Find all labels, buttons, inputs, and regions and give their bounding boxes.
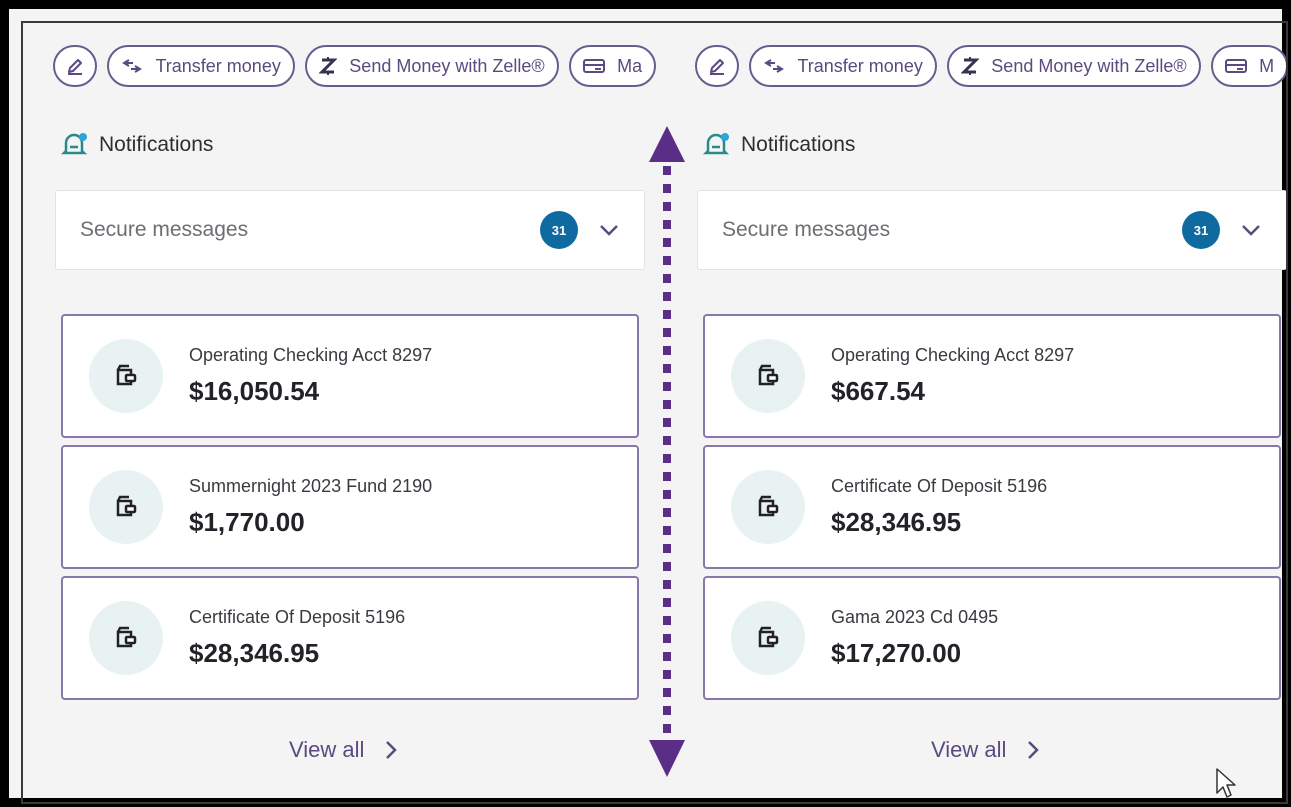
secure-messages-dropdown[interactable]: Secure messages 31 — [55, 190, 645, 270]
account-card[interactable]: Operating Checking Acct 8297 $16,050.54 — [61, 314, 639, 438]
account-balance: $16,050.54 — [189, 376, 320, 406]
chevron-down-icon[interactable] — [1240, 223, 1262, 237]
quick-action-chips: Transfer money Send Money with Zelle® M — [695, 45, 1288, 89]
bell-notification-icon — [60, 133, 88, 155]
transfer-money-chip[interactable]: Transfer money — [749, 45, 937, 87]
edit-chip[interactable] — [53, 45, 97, 87]
wallet-icon — [89, 470, 163, 544]
message-count-badge: 31 — [540, 211, 578, 249]
account-balance: $28,346.95 — [189, 638, 320, 668]
account-list: Operating Checking Acct 8297 $667.54 Cer… — [703, 314, 1281, 707]
account-name: Summernight 2023 Fund 2190 — [189, 476, 433, 496]
account-list: Operating Checking Acct 8297 $16,050.54 … — [61, 314, 639, 707]
transfer-arrows-icon — [763, 57, 785, 75]
send-zelle-chip[interactable]: Send Money with Zelle® — [305, 45, 559, 87]
secure-messages-dropdown[interactable]: Secure messages 31 — [697, 190, 1287, 270]
wallet-icon — [731, 601, 805, 675]
wallet-icon — [731, 470, 805, 544]
manage-chip-partial[interactable]: M — [1211, 45, 1288, 87]
notifications-title: Notifications — [99, 133, 214, 156]
wallet-icon — [89, 601, 163, 675]
left-panel: Transfer money Send Money with Zelle® Ma… — [29, 29, 671, 797]
manage-chip-partial[interactable]: Ma — [569, 45, 657, 87]
chevron-right-icon — [384, 739, 398, 761]
edit-chip[interactable] — [695, 45, 739, 87]
send-zelle-chip[interactable]: Send Money with Zelle® — [947, 45, 1201, 87]
account-balance: $1,770.00 — [189, 507, 305, 537]
view-all-label: View all — [931, 737, 1007, 762]
manage-chip-label: M — [1259, 55, 1275, 76]
double-arrow-divider-icon — [649, 126, 685, 777]
bell-notification-icon — [702, 133, 730, 155]
card-icon — [1225, 58, 1248, 74]
account-balance: $28,346.95 — [831, 507, 962, 537]
secure-messages-label: Secure messages — [80, 218, 249, 241]
notifications-title: Notifications — [741, 133, 856, 156]
account-card[interactable]: Certificate Of Deposit 5196 $28,346.95 — [703, 445, 1281, 569]
screenshot-frame: Transfer money Send Money with Zelle® Ma… — [0, 0, 1291, 807]
wallet-icon — [731, 339, 805, 413]
account-card[interactable]: Certificate Of Deposit 5196 $28,346.95 — [61, 576, 639, 700]
account-card[interactable]: Gama 2023 Cd 0495 $17,270.00 — [703, 576, 1281, 700]
zelle-icon — [961, 55, 980, 77]
account-name: Operating Checking Acct 8297 — [831, 345, 1075, 365]
pencil-icon — [65, 56, 85, 76]
account-card[interactable]: Operating Checking Acct 8297 $667.54 — [703, 314, 1281, 438]
transfer-arrows-icon — [121, 57, 143, 75]
card-icon — [583, 58, 606, 74]
zelle-icon — [319, 55, 338, 77]
pencil-icon — [707, 56, 727, 76]
chevron-right-icon — [1026, 739, 1040, 761]
secure-messages-label: Secure messages — [722, 218, 891, 241]
account-name: Certificate Of Deposit 5196 — [189, 607, 406, 627]
account-name: Operating Checking Acct 8297 — [189, 345, 433, 365]
view-all-link[interactable]: View all — [289, 737, 398, 763]
send-zelle-label: Send Money with Zelle® — [349, 55, 545, 76]
account-name: Gama 2023 Cd 0495 — [831, 607, 999, 627]
account-balance: $17,270.00 — [831, 638, 962, 668]
quick-action-chips: Transfer money Send Money with Zelle® Ma — [53, 45, 662, 89]
mouse-cursor-icon — [1216, 768, 1236, 798]
right-panel: Transfer money Send Money with Zelle® M … — [671, 29, 1288, 797]
account-card[interactable]: Summernight 2023 Fund 2190 $1,770.00 — [61, 445, 639, 569]
notifications-header: Notifications — [59, 130, 213, 160]
view-all-label: View all — [289, 737, 365, 762]
send-zelle-label: Send Money with Zelle® — [991, 55, 1187, 76]
transfer-money-label: Transfer money — [155, 55, 281, 76]
message-count-badge: 31 — [1182, 211, 1220, 249]
manage-chip-label: Ma — [617, 55, 643, 76]
account-name: Certificate Of Deposit 5196 — [831, 476, 1048, 496]
notifications-header: Notifications — [701, 130, 855, 160]
transfer-money-chip[interactable]: Transfer money — [107, 45, 295, 87]
wallet-icon — [89, 339, 163, 413]
view-all-link[interactable]: View all — [931, 737, 1040, 763]
transfer-money-label: Transfer money — [797, 55, 923, 76]
account-balance: $667.54 — [831, 376, 925, 406]
chevron-down-icon[interactable] — [598, 223, 620, 237]
